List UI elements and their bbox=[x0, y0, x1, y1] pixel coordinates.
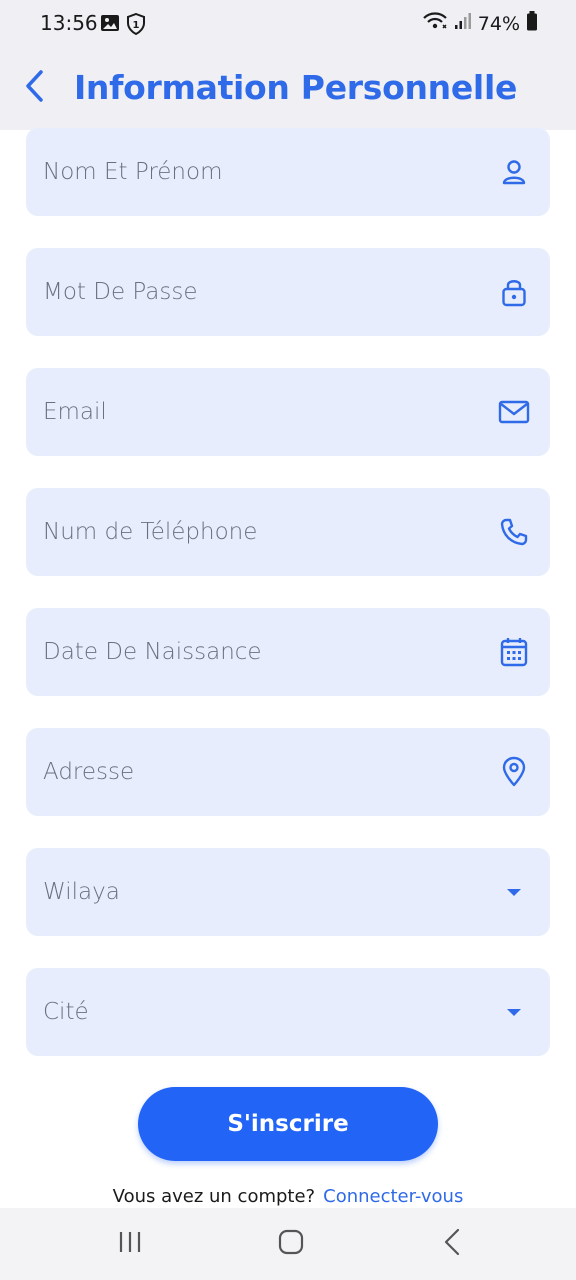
home-icon bbox=[278, 1229, 304, 1260]
home-button[interactable] bbox=[271, 1226, 311, 1262]
recent-apps-button[interactable] bbox=[110, 1226, 150, 1262]
location-pin-icon bbox=[498, 756, 530, 788]
lock-icon bbox=[498, 276, 530, 308]
email-field[interactable]: Email bbox=[26, 368, 550, 456]
email-placeholder: Email bbox=[43, 399, 107, 425]
back-arrow-icon bbox=[443, 1228, 461, 1261]
cite-select[interactable]: Cité bbox=[26, 968, 550, 1056]
mail-icon bbox=[498, 396, 530, 428]
svg-text:1: 1 bbox=[133, 20, 140, 31]
birthdate-field[interactable]: Date De Naissance bbox=[26, 608, 550, 696]
status-icons-right: 74% bbox=[422, 11, 538, 36]
battery-icon bbox=[526, 11, 538, 36]
shield-icon: 1 bbox=[126, 12, 146, 40]
wifi-icon bbox=[422, 11, 448, 36]
dropdown-arrow-icon bbox=[498, 996, 530, 1028]
person-icon bbox=[498, 156, 530, 188]
dropdown-arrow-icon bbox=[498, 876, 530, 908]
recent-apps-icon bbox=[117, 1230, 143, 1259]
wilaya-placeholder: Wilaya bbox=[43, 879, 120, 905]
status-time: 13:56 bbox=[40, 11, 98, 35]
cite-placeholder: Cité bbox=[43, 999, 89, 1025]
page-title: Information Personnelle bbox=[73, 68, 518, 107]
system-back-button[interactable] bbox=[432, 1226, 472, 1262]
full-name-field[interactable]: Nom Et Prénom bbox=[26, 128, 550, 216]
login-prompt-line: Vous avez un compte? Connecter-vous bbox=[0, 1186, 576, 1207]
signal-icon bbox=[454, 12, 472, 35]
login-link[interactable]: Connecter-vous bbox=[323, 1186, 463, 1207]
battery-percent: 74% bbox=[477, 12, 520, 35]
signup-button[interactable]: S'inscrire bbox=[138, 1087, 438, 1161]
address-placeholder: Adresse bbox=[43, 759, 135, 785]
password-field[interactable]: Mot De Passe bbox=[26, 248, 550, 336]
birthdate-placeholder: Date De Naissance bbox=[43, 639, 262, 665]
full-name-placeholder: Nom Et Prénom bbox=[43, 159, 223, 185]
system-nav-bar bbox=[0, 1208, 576, 1280]
phone-icon bbox=[498, 516, 530, 548]
phone-placeholder: Num de Téléphone bbox=[43, 519, 258, 545]
status-icons-left: 1 bbox=[100, 12, 146, 40]
status-bar: 13:56 1 74% bbox=[0, 0, 576, 48]
login-prompt-text: Vous avez un compte? bbox=[112, 1186, 316, 1207]
calendar-icon bbox=[498, 636, 530, 668]
phone-field[interactable]: Num de Téléphone bbox=[26, 488, 550, 576]
password-placeholder: Mot De Passe bbox=[43, 279, 198, 305]
address-field[interactable]: Adresse bbox=[26, 728, 550, 816]
app-bar: Information Personnelle bbox=[0, 48, 576, 130]
image-icon bbox=[100, 13, 120, 40]
wilaya-select[interactable]: Wilaya bbox=[26, 848, 550, 936]
